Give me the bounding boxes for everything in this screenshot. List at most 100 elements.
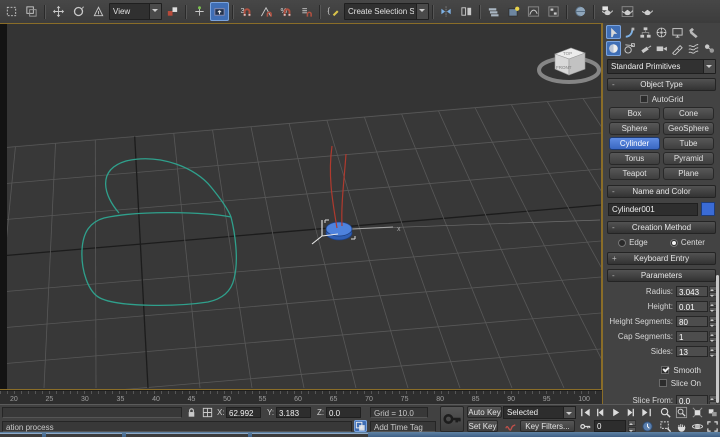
rectangular-selection-region-button[interactable] (2, 2, 21, 21)
rollout-name-and-color[interactable]: - Name and Color (607, 185, 716, 198)
x-coord-field[interactable]: 62.992 (226, 407, 261, 418)
object-type-button[interactable]: Plane (663, 167, 714, 180)
zoom-region-button[interactable] (658, 420, 672, 432)
tab-motion-button[interactable] (654, 25, 669, 39)
current-frame-field[interactable]: 0 (594, 420, 626, 432)
rollout-object-type[interactable]: - Object Type (607, 78, 716, 91)
viewcube-top-label[interactable]: TOP (563, 51, 572, 56)
render-production-button[interactable] (638, 2, 657, 21)
align-button[interactable] (457, 2, 476, 21)
frame-spinner[interactable] (628, 420, 636, 432)
play-button[interactable] (609, 406, 622, 419)
value-field[interactable]: 1 (676, 331, 708, 342)
rollout-creation-method[interactable]: - Creation Method (607, 221, 716, 234)
selection-filter-dropdown[interactable]: Selected (503, 406, 576, 419)
select-and-rotate-button[interactable] (69, 2, 88, 21)
pan-button[interactable] (674, 420, 688, 432)
category-space-warps-button[interactable] (686, 41, 701, 56)
select-and-scale-button[interactable] (89, 2, 108, 21)
go-to-start-button[interactable] (578, 406, 592, 419)
object-type-button[interactable]: GeoSphere (663, 122, 714, 135)
spinner-snap-toggle-button[interactable] (297, 2, 316, 21)
value-field[interactable]: 80 (676, 316, 708, 327)
selection-lock-toggle[interactable] (184, 406, 198, 419)
perspective-viewport[interactable]: x (0, 23, 602, 390)
dropdown-arrow-icon[interactable] (563, 407, 575, 418)
schematic-view-button[interactable] (544, 2, 563, 21)
tab-create-button[interactable] (606, 25, 621, 39)
zoom-extents-all-button[interactable] (705, 406, 719, 419)
dropdown-arrow-icon[interactable] (416, 4, 428, 19)
mirror-button[interactable] (437, 2, 456, 21)
z-coord-field[interactable]: 0.0 (326, 407, 361, 418)
keyboard-shortcut-override-toggle-button[interactable] (210, 2, 229, 21)
render-setup-button[interactable] (598, 2, 617, 21)
scene-explorer-button[interactable] (504, 2, 523, 21)
reference-coordinate-system-dropdown[interactable]: View (109, 3, 162, 20)
category-cameras-button[interactable] (654, 41, 669, 56)
rollout-parameters[interactable]: - Parameters (607, 269, 716, 282)
add-time-tag[interactable]: Add Time Tag (370, 421, 436, 432)
set-keys-button[interactable] (440, 406, 464, 432)
angle-snap-toggle-button[interactable] (257, 2, 276, 21)
zoom-button[interactable] (658, 406, 672, 419)
dropdown-arrow-icon[interactable] (703, 60, 715, 73)
panel-scrollbar[interactable] (716, 275, 719, 403)
object-type-button[interactable]: Pyramid (663, 152, 714, 165)
next-frame-button[interactable] (623, 406, 638, 419)
category-geometry-button[interactable] (606, 41, 621, 56)
object-type-button[interactable]: Tube (663, 137, 714, 150)
key-filters-button[interactable]: Key Filters... (520, 420, 575, 432)
y-coord-field[interactable]: 3.183 (276, 407, 311, 418)
select-and-move-button[interactable] (49, 2, 68, 21)
object-name-field[interactable]: Cylinder001 (608, 203, 698, 216)
go-to-end-button[interactable] (639, 406, 653, 419)
value-field[interactable]: 13 (676, 346, 708, 357)
object-type-button[interactable]: Cylinder (609, 137, 660, 150)
maximize-viewport-toggle[interactable] (705, 420, 719, 432)
set-key-button[interactable]: Set Key (467, 420, 498, 432)
named-selection-sets-dropdown[interactable]: Create Selection Se (344, 3, 429, 20)
window-crossing-toggle-button[interactable] (22, 2, 41, 21)
viewcube-front-label[interactable]: FRONT (556, 65, 572, 70)
category-shapes-button[interactable] (622, 41, 637, 56)
edit-named-selection-sets-button[interactable]: { (324, 2, 343, 21)
timeline-ruler[interactable]: 20253035404550556065707580859095100 (0, 390, 602, 404)
orbit-button[interactable] (690, 420, 704, 432)
category-systems-button[interactable] (702, 41, 717, 56)
value-field[interactable]: 0.01 (676, 301, 708, 312)
autogrid-checkbox[interactable] (640, 95, 648, 103)
tab-hierarchy-button[interactable] (638, 25, 653, 39)
previous-frame-button[interactable] (593, 406, 608, 419)
object-type-button[interactable]: Cone (663, 107, 714, 120)
checkbox[interactable] (661, 366, 669, 374)
category-lights-button[interactable] (638, 41, 653, 56)
radio-center[interactable]: Center (670, 238, 705, 247)
object-type-button[interactable]: Teapot (609, 167, 660, 180)
tab-modify-button[interactable] (622, 25, 637, 39)
zoom-all-button[interactable] (674, 406, 688, 419)
object-color-swatch[interactable] (701, 202, 715, 216)
use-pivot-point-center-button[interactable] (163, 2, 182, 21)
auto-key-button[interactable]: Auto Key (467, 406, 502, 418)
curve-editor-button[interactable] (524, 2, 543, 21)
radio-edge[interactable]: Edge (618, 238, 648, 247)
checkbox[interactable] (659, 379, 667, 387)
time-configuration-button[interactable] (641, 420, 654, 432)
key-mode-toggle[interactable] (578, 420, 592, 432)
tab-utilities-button[interactable] (686, 25, 701, 39)
tab-display-button[interactable] (670, 25, 685, 39)
category-helpers-button[interactable] (670, 41, 685, 56)
value-field[interactable]: 3.043 (676, 286, 708, 297)
rollout-keyboard-entry[interactable]: + Keyboard Entry (607, 252, 716, 265)
rendered-frame-window-button[interactable] (618, 2, 637, 21)
zoom-extents-button[interactable] (690, 406, 704, 419)
manage-layers-button[interactable] (484, 2, 503, 21)
offset-mode-toggle[interactable] (354, 420, 367, 432)
cylinder-object[interactable] (326, 222, 352, 240)
object-type-button[interactable]: Torus (609, 152, 660, 165)
primitive-category-dropdown[interactable]: Standard Primitives (607, 59, 716, 74)
object-type-button[interactable]: Sphere (609, 122, 660, 135)
object-type-button[interactable]: Box (609, 107, 660, 120)
default-in-out-tangents[interactable] (503, 420, 517, 432)
